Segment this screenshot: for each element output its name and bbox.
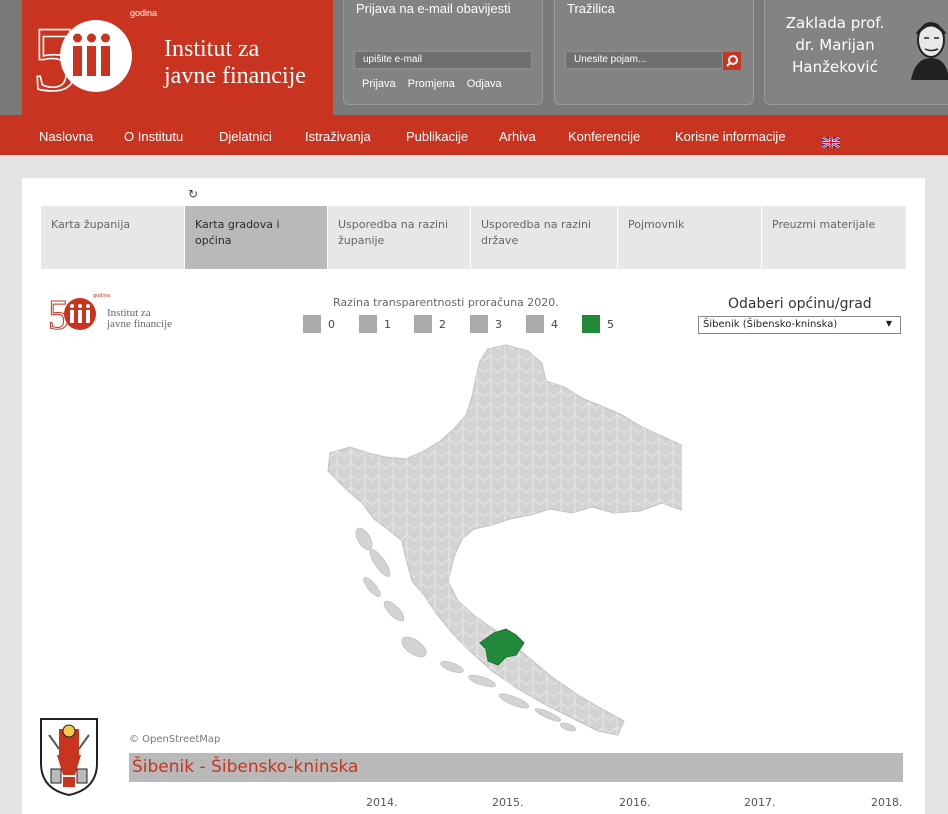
logo-title: Institut za javne financije (164, 36, 306, 90)
legend-item-0[interactable]: 0 (303, 315, 335, 333)
newsletter-email-input[interactable]: upišite e-mail (354, 51, 532, 69)
legend-swatch (470, 315, 488, 333)
search-box: Tražilica Unesite pojam... (554, 0, 754, 105)
year-label-2014: 2014. (366, 796, 398, 809)
nav-research[interactable]: Istraživanja (305, 129, 371, 144)
nav-home[interactable]: Naslovna (39, 129, 93, 144)
legend-label: 4 (551, 317, 558, 331)
tab-glossary[interactable]: Pojmovnik (618, 206, 761, 269)
legend-item-5[interactable]: 5 (582, 315, 614, 333)
dashboard-panel: ↻ Karta županija Karta gradova i općina … (22, 178, 925, 814)
legend-title: Razina transparentnosti proračuna 2020. (333, 296, 559, 309)
site-header: 5 godina Institut za javne financije Pri… (0, 0, 948, 115)
logo-50-years-icon: 5 (48, 293, 96, 333)
legend-item-1[interactable]: 1 (359, 315, 391, 333)
year-label-2018: 2018. (871, 796, 903, 809)
nav-publications[interactable]: Publikacije (406, 129, 468, 144)
foundation-line3: Hanžeković (792, 58, 878, 76)
legend-swatch (303, 315, 321, 333)
search-input[interactable]: Unesite pojam... (565, 51, 723, 69)
search-title: Tražilica (567, 1, 615, 16)
legend-label: 2 (439, 317, 446, 331)
newsletter-links: Prijava Promjena Odjava (362, 78, 502, 90)
legend-item-3[interactable]: 3 (470, 315, 502, 333)
site-logo[interactable]: 5 godina Institut za javne financije (22, 0, 333, 115)
legend-item-4[interactable]: 4 (526, 315, 558, 333)
municipality-select-value: Šibenik (Šibensko-kninska) (703, 319, 838, 330)
english-flag-icon[interactable] (822, 137, 840, 148)
municipality-name: Šibenik - Šibensko-kninska (132, 757, 359, 777)
year-label-2015: 2015. (492, 796, 524, 809)
nav-archive[interactable]: Arhiva (499, 129, 536, 144)
foundation-portrait-icon (911, 22, 948, 80)
legend-swatch (414, 315, 432, 333)
reload-icon[interactable]: ↻ (188, 187, 198, 201)
small-logo-godina: godina (93, 293, 111, 299)
newsletter-title: Prijava na e-mail obavijesti (356, 1, 511, 16)
newsletter-box: Prijava na e-mail obavijesti upišite e-m… (343, 0, 543, 105)
foundation-line1: Zaklada prof. (785, 14, 885, 32)
year-label-2017: 2017. (744, 796, 776, 809)
map-attribution[interactable]: © OpenStreetMap (129, 734, 220, 745)
legend-swatch (359, 315, 377, 333)
nav-about[interactable]: O Institutu (124, 129, 183, 144)
coat-of-arms-icon (40, 718, 98, 797)
legend-label: 1 (384, 317, 391, 331)
year-label-2016: 2016. (619, 796, 651, 809)
small-logo-line2: javne financije (107, 318, 173, 330)
legend-swatch (582, 315, 600, 333)
newsletter-change-link[interactable]: Promjena (408, 78, 455, 90)
foundation-line2: dr. Marijan (795, 36, 875, 54)
croatia-municipality-map[interactable] (302, 343, 682, 743)
main-nav: Naslovna O Institutu Djelatnici Istraživ… (0, 115, 948, 155)
nav-useful-info[interactable]: Korisne informacije (675, 129, 786, 144)
legend-item-2[interactable]: 2 (414, 315, 446, 333)
tab-download[interactable]: Preuzmi materijale (762, 206, 906, 269)
search-button[interactable] (723, 52, 741, 70)
logo-title-line2: javne financije (164, 63, 306, 89)
small-logo-text: Institut za javne financije (107, 308, 172, 330)
municipality-select[interactable]: Šibenik (Šibensko-kninska) ▼ (698, 316, 901, 334)
tab-state-comparison[interactable]: Usporedba na razini države (471, 206, 617, 269)
legend-label: 0 (328, 317, 335, 331)
municipality-select-title: Odaberi općinu/grad (728, 296, 872, 312)
ijf-small-logo: 5 godina Institut za javne financije (48, 293, 208, 333)
municipality-title-bar: Šibenik - Šibensko-kninska (129, 753, 903, 782)
newsletter-subscribe-link[interactable]: Prijava (362, 78, 396, 90)
logo-title-line1: Institut za (164, 36, 260, 62)
search-icon (726, 55, 738, 67)
tab-county-map[interactable]: Karta županija (41, 206, 184, 269)
dropdown-arrow-icon: ▼ (885, 319, 892, 328)
legend-label: 5 (607, 317, 614, 331)
logo-godina: godina (130, 8, 158, 18)
legend-label: 3 (495, 317, 502, 331)
municipality-borders (328, 345, 682, 735)
legend-swatch (526, 315, 544, 333)
foundation-link[interactable]: Zaklada prof. dr. Marijan Hanžeković (764, 0, 948, 105)
tab-county-comparison[interactable]: Usporedba na razini županije (328, 206, 470, 269)
logo-50-years-icon: 5 (32, 10, 132, 100)
tab-city-map[interactable]: Karta gradova i općina (185, 206, 327, 269)
foundation-name: Zaklada prof. dr. Marijan Hanžeković (765, 12, 905, 78)
nav-conferences[interactable]: Konferencije (568, 129, 640, 144)
nav-staff[interactable]: Djelatnici (219, 129, 272, 144)
newsletter-unsubscribe-link[interactable]: Odjava (467, 78, 502, 90)
